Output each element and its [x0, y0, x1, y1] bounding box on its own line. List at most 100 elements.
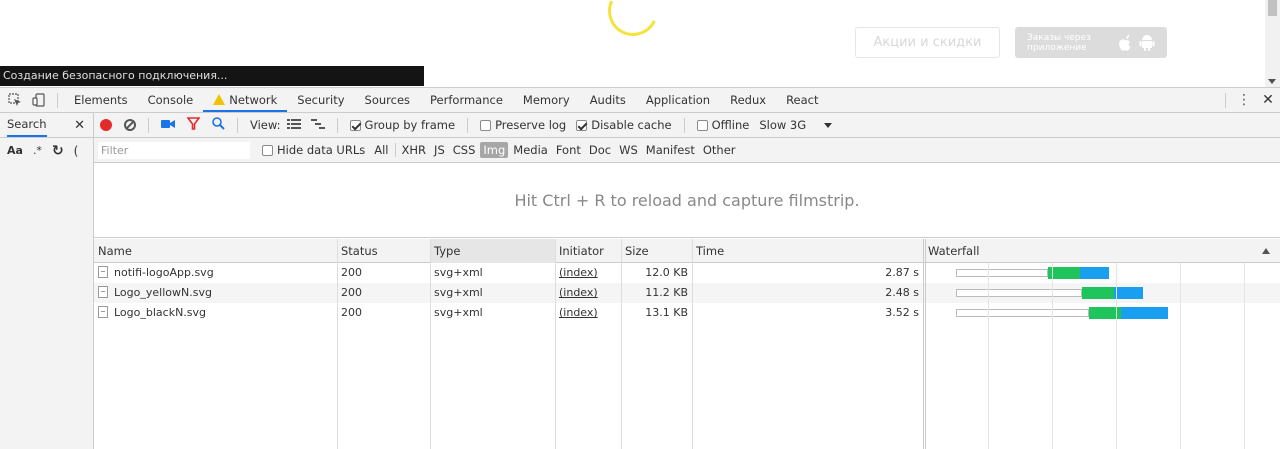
offline-label: Offline — [711, 118, 750, 132]
record-icon[interactable] — [100, 119, 112, 131]
column-divider[interactable] — [925, 239, 926, 449]
device-toolbar-icon[interactable] — [27, 88, 51, 112]
waterfall-queue-bar[interactable] — [956, 269, 1048, 277]
filter-icon[interactable] — [186, 117, 201, 133]
tab-react[interactable]: React — [776, 88, 828, 112]
waterfall-download-bar[interactable] — [1080, 267, 1110, 279]
column-status[interactable]: Status — [337, 239, 430, 263]
disable-cache-checkbox[interactable]: Disable cache — [576, 118, 672, 132]
column-divider[interactable] — [555, 239, 556, 449]
scrollbar-thumb[interactable] — [1268, 0, 1277, 16]
more-options-icon[interactable]: ⋮ — [1232, 88, 1256, 112]
filter-input[interactable] — [98, 141, 250, 159]
checkbox-box[interactable] — [262, 144, 273, 156]
sort-ascending-icon[interactable] — [1262, 248, 1270, 254]
throttling-select[interactable]: Slow 3G — [759, 118, 832, 132]
cell-type: svg+xml — [430, 283, 555, 303]
search-icon[interactable] — [212, 117, 225, 133]
close-search-icon[interactable]: ✕ — [74, 118, 85, 133]
regex-button[interactable]: .* — [33, 144, 42, 157]
close-devtools-icon[interactable]: ✕ — [1256, 88, 1280, 112]
scroll-down-arrow-icon[interactable] — [1268, 79, 1276, 84]
checkbox-box[interactable] — [576, 119, 588, 131]
preserve-log-checkbox[interactable]: Preserve log — [480, 118, 566, 132]
tab-application[interactable]: Application — [636, 88, 720, 112]
cell-initiator[interactable]: (index) — [555, 283, 621, 303]
tab-elements[interactable]: Elements — [64, 88, 138, 112]
type-filter-js[interactable]: JS — [431, 142, 448, 158]
tab-security[interactable]: Security — [287, 88, 354, 112]
type-filter-media[interactable]: Media — [510, 142, 551, 158]
waterfall-waiting-bar[interactable] — [1082, 287, 1115, 299]
disable-cache-label: Disable cache — [591, 118, 672, 132]
type-filter-ws[interactable]: WS — [616, 142, 641, 158]
type-filter-all[interactable]: All — [371, 142, 391, 158]
column-waterfall[interactable]: Waterfall — [924, 239, 1280, 263]
type-filter-img[interactable]: Img — [480, 142, 509, 158]
waterfall-queue-bar[interactable] — [956, 289, 1083, 297]
column-initiator[interactable]: Initiator — [555, 239, 621, 263]
tab-memory[interactable]: Memory — [513, 88, 580, 112]
refresh-search-icon[interactable]: ↻ — [52, 143, 64, 159]
type-filter-css[interactable]: CSS — [450, 142, 479, 158]
column-divider[interactable] — [337, 239, 338, 449]
cell-time: 3.52 s — [692, 303, 923, 323]
type-filter-other[interactable]: Other — [700, 142, 739, 158]
waterfall-download-bar[interactable] — [1121, 307, 1168, 319]
tab-audits[interactable]: Audits — [580, 88, 636, 112]
tab-sources[interactable]: Sources — [355, 88, 421, 112]
tab-performance[interactable]: Performance — [420, 88, 513, 112]
devtools-panel: Elements Console Network Security Sources Per… — [0, 87, 1280, 449]
page-scrollbar[interactable] — [1265, 0, 1280, 87]
column-divider[interactable] — [923, 239, 924, 449]
tab-label: Audits — [589, 93, 626, 107]
group-by-frame-checkbox[interactable]: Group by frame — [349, 118, 455, 132]
checkbox-box[interactable] — [480, 119, 492, 131]
type-filter-manifest[interactable]: Manifest — [643, 142, 698, 158]
column-divider[interactable] — [692, 239, 693, 449]
clear-search-icon[interactable]: ( — [74, 144, 79, 158]
clear-log-icon[interactable] — [124, 119, 136, 131]
checkbox-box[interactable] — [696, 119, 708, 131]
tab-network[interactable]: Network — [203, 88, 288, 112]
promo-button[interactable]: Акции и скидки — [855, 27, 1000, 58]
column-time[interactable]: Time — [692, 239, 924, 263]
column-size[interactable]: Size — [621, 239, 692, 263]
app-orders-button[interactable]: Заказы через приложение — [1015, 27, 1167, 58]
tab-label: Security — [297, 93, 345, 107]
android-icon — [1139, 34, 1155, 51]
waterfall-queue-bar[interactable] — [956, 309, 1090, 317]
column-divider[interactable] — [621, 239, 622, 449]
hide-data-urls-checkbox[interactable]: Hide data URLs — [262, 143, 365, 157]
cell-initiator[interactable]: (index) — [555, 303, 621, 323]
tab-label: Performance — [430, 93, 503, 107]
column-type[interactable]: Type — [430, 239, 555, 263]
large-rows-icon[interactable] — [286, 118, 301, 132]
column-divider[interactable] — [430, 239, 431, 449]
table-row[interactable]: Logo_yellowN.svg 200 svg+xml (index) 11.2 KB… — [94, 283, 1280, 303]
checkbox-box[interactable] — [349, 119, 361, 131]
capture-screenshots-icon[interactable] — [161, 119, 175, 132]
tab-label: React — [786, 93, 819, 107]
type-filter-font[interactable]: Font — [553, 142, 584, 158]
waterfall-download-bar[interactable] — [1114, 287, 1144, 299]
toolbar-divider — [336, 117, 338, 133]
search-pane-title[interactable]: Search — [7, 113, 47, 137]
tab-label: Console — [147, 93, 194, 107]
cell-initiator[interactable]: (index) — [555, 263, 621, 283]
match-case-button[interactable]: Aa — [7, 144, 23, 157]
inspect-element-icon[interactable] — [3, 88, 27, 112]
overview-icon[interactable] — [310, 118, 325, 132]
type-filter-doc[interactable]: Doc — [586, 142, 614, 158]
tab-redux[interactable]: Redux — [720, 88, 776, 112]
tabbar-divider — [1225, 92, 1226, 108]
table-row[interactable]: notifi-logoApp.svg 200 svg+xml (index) 12.0 … — [94, 263, 1280, 283]
waterfall-gridline — [1116, 263, 1117, 449]
offline-checkbox[interactable]: Offline — [696, 118, 750, 132]
column-name[interactable]: Name — [94, 239, 337, 263]
cell-name: Logo_yellowN.svg — [94, 283, 337, 303]
table-row[interactable]: Logo_blackN.svg 200 svg+xml (index) 13.1 KB 3… — [94, 303, 1280, 323]
type-filter-xhr[interactable]: XHR — [399, 142, 430, 158]
initiator-value: (index) — [559, 286, 598, 299]
tab-console[interactable]: Console — [138, 88, 204, 112]
